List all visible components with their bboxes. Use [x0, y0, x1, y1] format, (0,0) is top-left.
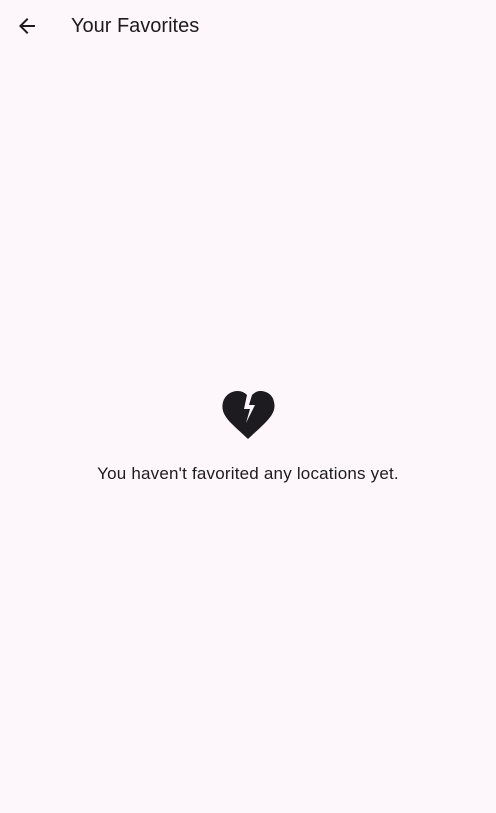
empty-favorites-message: You haven't favorited any locations yet. [97, 464, 399, 483]
back-button[interactable] [7, 6, 47, 46]
empty-favorites-state: You haven't favorited any locations yet. [0, 390, 496, 486]
arrow-back-icon [15, 14, 39, 38]
heart-broken-icon [220, 390, 276, 442]
top-app-bar: Your Favorites [0, 0, 496, 52]
page-title: Your Favorites [71, 15, 200, 37]
